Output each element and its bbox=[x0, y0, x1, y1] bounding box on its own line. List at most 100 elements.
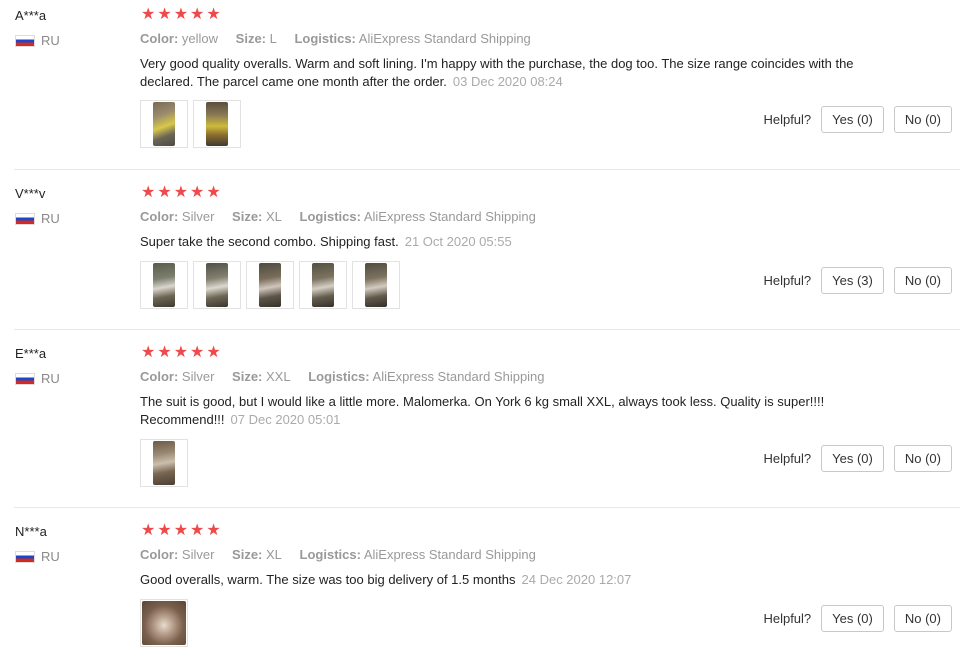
review-text-block: Super take the second combo. Shipping fa… bbox=[140, 233, 860, 251]
reviewer-name: E***a bbox=[15, 346, 47, 361]
reviewer-name: V***v bbox=[15, 186, 46, 201]
review-text-block: The suit is good, but I would like a lit… bbox=[140, 393, 860, 429]
russia-flag-icon bbox=[15, 372, 35, 385]
russia-flag-icon bbox=[15, 550, 35, 563]
review-photo-thumbnail[interactable] bbox=[140, 439, 188, 487]
review-photo-thumbnail[interactable] bbox=[299, 261, 347, 309]
size-value: XL bbox=[266, 547, 282, 562]
review-text: Good overalls, warm. The size was too bi… bbox=[140, 572, 516, 587]
helpful-yes-button[interactable]: Yes (0) bbox=[821, 605, 884, 632]
star-rating: ★ ★ ★ ★ ★ bbox=[141, 345, 221, 361]
review-text-block: Good overalls, warm. The size was too bi… bbox=[140, 571, 860, 589]
review-item: N***a RU ★ ★ ★ ★ ★ Color: Silver Size: XL Lo… bbox=[0, 508, 960, 660]
review-attributes: Color: yellow Size: L Logistics: AliExpr… bbox=[140, 31, 531, 46]
star-rating: ★ ★ ★ ★ ★ bbox=[141, 523, 221, 539]
review-photo-thumbnail[interactable] bbox=[352, 261, 400, 309]
color-label: Color: bbox=[140, 369, 179, 384]
star-icon: ★ bbox=[190, 184, 205, 201]
logistics-value: AliExpress Standard Shipping bbox=[358, 31, 531, 46]
color-value: Silver bbox=[181, 547, 215, 562]
logistics-value: AliExpress Standard Shipping bbox=[363, 209, 536, 224]
review-item: E***a RU ★ ★ ★ ★ ★ Color: Silver Size: XXL L… bbox=[0, 330, 960, 508]
review-item: A***a RU ★ ★ ★ ★ ★ Color: yellow Size: L Log… bbox=[0, 0, 960, 170]
star-icon: ★ bbox=[173, 6, 189, 23]
review-date: 03 Dec 2020 08:24 bbox=[452, 74, 563, 89]
reviewer-name: A***a bbox=[15, 8, 47, 23]
review-attributes: Color: Silver Size: XL Logistics: AliExp… bbox=[140, 547, 536, 562]
review-photos bbox=[140, 599, 188, 647]
logistics-label: Logistics: bbox=[299, 209, 361, 224]
review-attributes: Color: Silver Size: XXL Logistics: AliEx… bbox=[140, 369, 545, 384]
reviewer-country: RU bbox=[15, 33, 60, 48]
review-date: 21 Oct 2020 05:55 bbox=[404, 234, 512, 249]
country-code: RU bbox=[41, 211, 60, 226]
helpful-yes-button[interactable]: Yes (3) bbox=[821, 267, 884, 294]
review-photos bbox=[140, 261, 400, 309]
size-value: XXL bbox=[266, 369, 291, 384]
star-icon: ★ bbox=[157, 344, 172, 361]
review-photo-thumbnail[interactable] bbox=[140, 261, 188, 309]
color-value: Silver bbox=[181, 209, 215, 224]
star-icon: ★ bbox=[173, 344, 189, 361]
review-photos bbox=[140, 439, 188, 487]
star-icon: ★ bbox=[173, 522, 189, 539]
review-photo-thumbnail[interactable] bbox=[193, 261, 241, 309]
helpful-vote: Helpful? Yes (0) No (0) bbox=[763, 605, 952, 632]
helpful-no-button[interactable]: No (0) bbox=[893, 106, 952, 133]
reviewer-name: N***a bbox=[15, 524, 47, 539]
star-icon: ★ bbox=[206, 344, 221, 361]
helpful-no-button[interactable]: No (0) bbox=[893, 605, 952, 632]
helpful-label: Helpful? bbox=[763, 451, 812, 466]
size-value: XL bbox=[266, 209, 282, 224]
country-code: RU bbox=[41, 549, 60, 564]
helpful-no-button[interactable]: No (0) bbox=[893, 445, 952, 472]
size-label: Size: bbox=[232, 369, 263, 384]
review-photos bbox=[140, 100, 241, 148]
russia-flag-icon bbox=[15, 34, 35, 47]
logistics-label: Logistics: bbox=[308, 369, 370, 384]
review-photo-thumbnail[interactable] bbox=[193, 100, 241, 148]
star-icon: ★ bbox=[157, 522, 172, 539]
review-photo-thumbnail[interactable] bbox=[140, 100, 188, 148]
star-icon: ★ bbox=[141, 522, 156, 539]
logistics-value: AliExpress Standard Shipping bbox=[372, 369, 545, 384]
helpful-vote: Helpful? Yes (0) No (0) bbox=[763, 106, 952, 133]
country-code: RU bbox=[41, 371, 60, 386]
helpful-yes-button[interactable]: Yes (0) bbox=[821, 445, 884, 472]
star-rating: ★ ★ ★ ★ ★ bbox=[141, 185, 221, 201]
logistics-label: Logistics: bbox=[294, 31, 356, 46]
helpful-label: Helpful? bbox=[763, 273, 812, 288]
helpful-no-button[interactable]: No (0) bbox=[893, 267, 952, 294]
star-icon: ★ bbox=[190, 522, 205, 539]
country-code: RU bbox=[41, 33, 60, 48]
star-icon: ★ bbox=[141, 344, 156, 361]
review-text: Super take the second combo. Shipping fa… bbox=[140, 234, 399, 249]
logistics-label: Logistics: bbox=[299, 547, 361, 562]
review-photo-thumbnail[interactable] bbox=[246, 261, 294, 309]
color-value: Silver bbox=[181, 369, 215, 384]
helpful-vote: Helpful? Yes (3) No (0) bbox=[763, 267, 952, 294]
size-label: Size: bbox=[235, 31, 266, 46]
size-label: Size: bbox=[232, 209, 263, 224]
helpful-label: Helpful? bbox=[763, 112, 812, 127]
logistics-value: AliExpress Standard Shipping bbox=[363, 547, 536, 562]
reviewer-country: RU bbox=[15, 549, 60, 564]
star-icon: ★ bbox=[157, 6, 172, 23]
star-icon: ★ bbox=[190, 344, 205, 361]
review-item: V***v RU ★ ★ ★ ★ ★ Color: Silver Size: XL Lo… bbox=[0, 170, 960, 330]
star-icon: ★ bbox=[190, 6, 205, 23]
color-label: Color: bbox=[140, 547, 179, 562]
review-date: 24 Dec 2020 12:07 bbox=[521, 572, 632, 587]
star-rating: ★ ★ ★ ★ ★ bbox=[141, 7, 221, 23]
size-label: Size: bbox=[232, 547, 263, 562]
star-icon: ★ bbox=[206, 522, 221, 539]
review-attributes: Color: Silver Size: XL Logistics: AliExp… bbox=[140, 209, 536, 224]
review-photo-thumbnail[interactable] bbox=[140, 599, 188, 647]
russia-flag-icon bbox=[15, 212, 35, 225]
star-icon: ★ bbox=[141, 184, 156, 201]
helpful-yes-button[interactable]: Yes (0) bbox=[821, 106, 884, 133]
helpful-label: Helpful? bbox=[763, 611, 812, 626]
helpful-vote: Helpful? Yes (0) No (0) bbox=[763, 445, 952, 472]
size-value: L bbox=[269, 31, 277, 46]
review-date: 07 Dec 2020 05:01 bbox=[230, 412, 341, 427]
